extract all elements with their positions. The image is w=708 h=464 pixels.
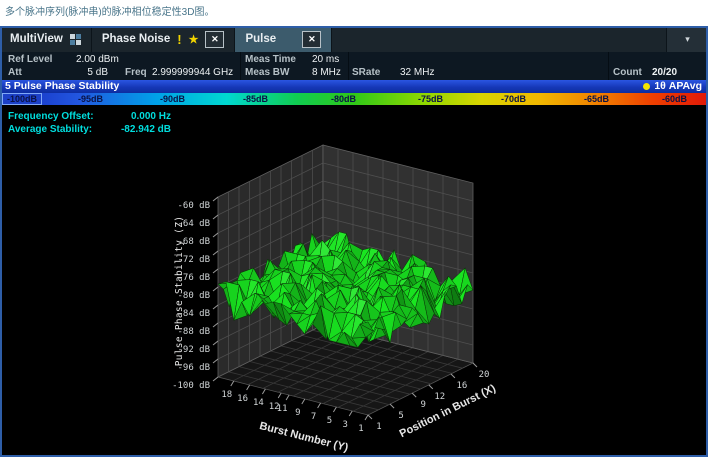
tab-pulse-close-button[interactable]: ✕ <box>302 31 321 48</box>
svg-text:1: 1 <box>376 422 381 432</box>
colorbar-label: -60dB <box>662 93 687 105</box>
srate-value: 32 MHz <box>400 66 434 79</box>
colorbar-label: -90dB <box>160 93 185 105</box>
ref-level-value: 2.00 dBm <box>76 53 119 66</box>
header-separator <box>348 52 349 80</box>
freq-offset-value: 0.000 Hz <box>105 110 171 123</box>
header-separator <box>240 52 241 80</box>
count-label: Count <box>613 66 642 79</box>
svg-text:16: 16 <box>456 381 467 391</box>
freq-value: 2.999999944 GHz <box>152 66 233 79</box>
colorbar-label: -75dB <box>418 93 443 105</box>
tab-pulse[interactable]: Pulse ✕ <box>235 26 332 52</box>
svg-text:3: 3 <box>342 420 347 430</box>
window-title-bar: 5 Pulse Phase Stability 1θ APAvg <box>0 80 708 93</box>
colorbar-label: -70dB <box>501 93 526 105</box>
avg-stability-label: Average Stability: <box>8 123 92 136</box>
svg-text:-100 dB: -100 dB <box>172 381 210 391</box>
tab-multiview[interactable]: MultiView <box>0 26 92 52</box>
srate-label: SRate <box>352 66 380 79</box>
freq-offset-label: Frequency Offset: <box>8 110 94 123</box>
svg-text:20: 20 <box>479 370 490 380</box>
svg-text:5: 5 <box>327 416 332 426</box>
window-title: 5 Pulse Phase Stability <box>5 80 119 93</box>
ref-level-label: Ref Level <box>8 53 52 66</box>
colorbar-label: -95dB <box>78 93 103 105</box>
tab-pulse-label: Pulse <box>245 33 276 45</box>
tab-multiview-label: MultiView <box>10 33 63 45</box>
chevron-down-icon: ▾ <box>685 34 690 45</box>
svg-text:11: 11 <box>277 404 288 414</box>
tab-phase-noise-label: Phase Noise <box>102 33 170 45</box>
freq-label: Freq <box>125 66 147 79</box>
colorbar-label: -85dB <box>243 93 268 105</box>
measurement-header: Ref Level 2.00 dBm Meas Time 20 ms Att 5… <box>0 52 708 80</box>
trace-label: 1θ APAvg <box>654 80 702 93</box>
svg-text:12: 12 <box>434 392 445 402</box>
tab-phase-noise-close-button[interactable]: ✕ <box>205 31 224 48</box>
meas-time-label: Meas Time <box>245 53 296 66</box>
svg-text:9: 9 <box>295 408 300 418</box>
svg-text:14: 14 <box>253 398 264 408</box>
z-axis-title: Pulse Phase Stability (Z) <box>174 216 185 367</box>
svg-text:-60 dB: -60 dB <box>177 201 210 211</box>
svg-text:1: 1 <box>358 424 363 434</box>
colorbar-label: -65dB <box>584 93 609 105</box>
meas-time-value: 20 ms <box>312 53 339 66</box>
tab-overflow-button[interactable]: ▾ <box>666 26 708 52</box>
svg-text:16: 16 <box>237 394 248 404</box>
trace-dot-icon <box>643 83 650 90</box>
screen: 多个脉冲序列(脉冲串)的脉冲相位稳定性3D图。 MultiView Phase … <box>0 0 708 464</box>
att-value: 5 dB <box>60 66 108 79</box>
star-icon: ★ <box>189 33 199 46</box>
trace-indicator: 1θ APAvg <box>643 80 702 93</box>
avg-stability-value: -82.942 dB <box>105 123 171 136</box>
svg-text:18: 18 <box>221 390 232 400</box>
tab-bar: MultiView Phase Noise ! ★ ✕ Pulse ✕ ▾ <box>0 26 708 52</box>
multiview-grid-icon <box>70 34 81 45</box>
tab-phase-noise[interactable]: Phase Noise ! ★ ✕ <box>92 26 236 52</box>
color-scale-bar: -100dB -95dB -90dB -85dB -80dB -75dB -70… <box>0 93 708 105</box>
count-value: 20/20 <box>652 66 677 79</box>
att-label: Att <box>8 66 22 79</box>
warning-icon: ! <box>177 32 181 47</box>
y-axis-title: Burst Number (Y) <box>258 420 350 454</box>
svg-text:7: 7 <box>311 412 316 422</box>
surface-plot-svg: -60 dB-64 dB-68 dB-72 dB-76 dB-80 dB-84 … <box>0 105 708 455</box>
svg-text:9: 9 <box>420 400 425 410</box>
page-caption: 多个脉冲序列(脉冲串)的脉冲相位稳定性3D图。 <box>5 3 214 18</box>
meas-bw-label: Meas BW <box>245 66 289 79</box>
colorbar-label: -80dB <box>331 93 356 105</box>
header-separator <box>608 52 609 80</box>
pulse-stability-3d-plot: -60 dB-64 dB-68 dB-72 dB-76 dB-80 dB-84 … <box>0 105 708 455</box>
svg-text:5: 5 <box>398 411 403 421</box>
colorbar-label: -100dB <box>2 93 42 105</box>
meas-bw-value: 8 MHz <box>312 66 341 79</box>
